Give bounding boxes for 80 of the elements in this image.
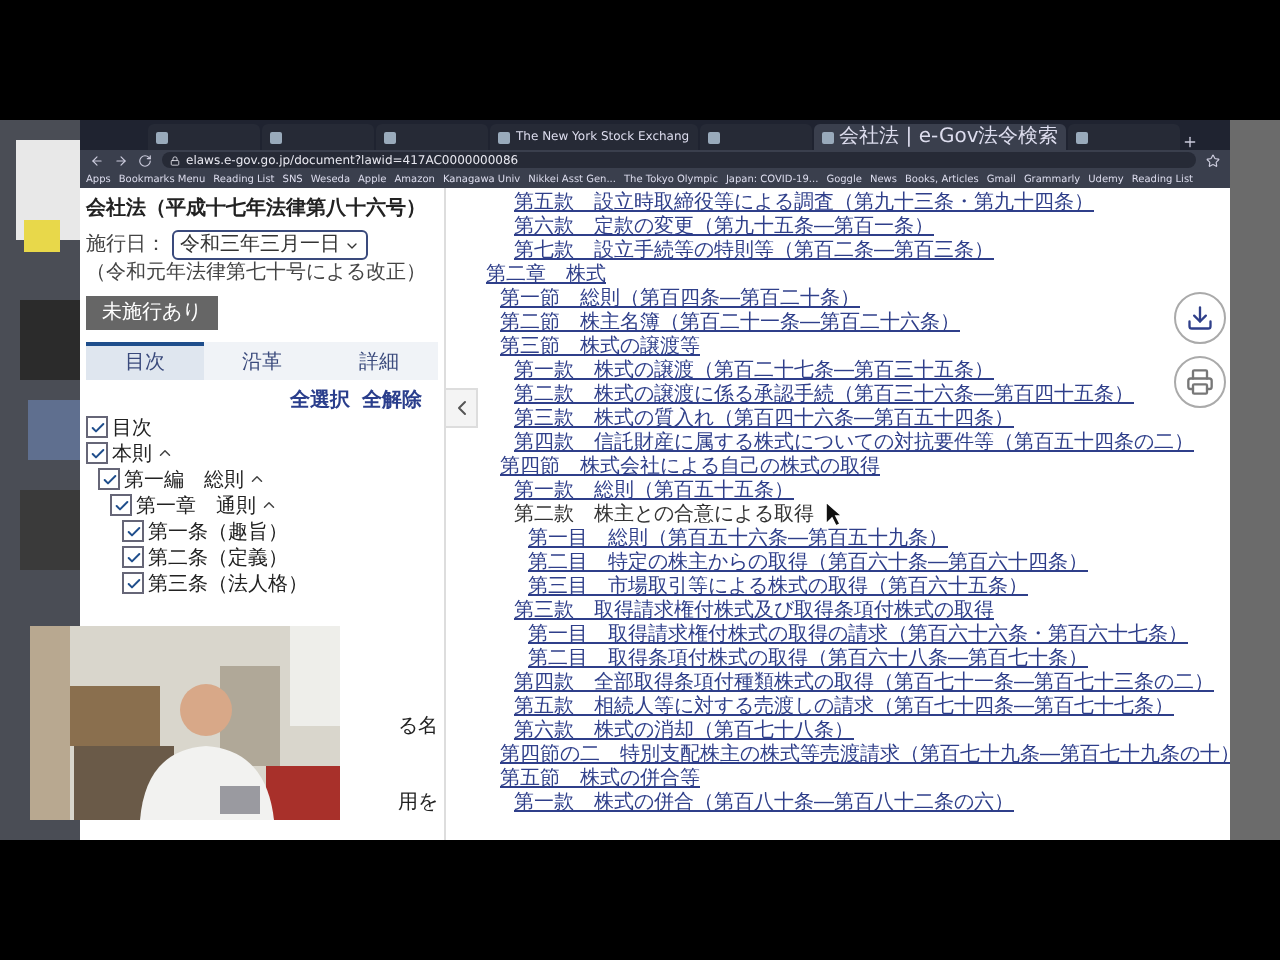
browser-tab[interactable] (376, 124, 488, 150)
toc-link[interactable]: 第六款 定款の変更（第九十五条―第百一条） (514, 216, 934, 240)
toc-link[interactable]: 第一目 取得請求権付株式の取得の請求（第百六十六条・第百六十七条） (528, 624, 1188, 648)
back-icon[interactable] (90, 153, 104, 167)
toc-link[interactable]: 第四節 株式会社による自己の株式の取得 (500, 456, 880, 480)
toc-link[interactable]: 第一款 株式の譲渡（第百二十七条―第百三十五条） (514, 360, 994, 384)
toc-link[interactable]: 第四款 信託財産に属する株式についての対抗要件等（第百五十四条の二） (514, 432, 1194, 456)
printer-icon (1186, 368, 1214, 396)
chevron-up-icon[interactable] (248, 470, 266, 488)
cursor-icon (824, 500, 844, 528)
checkbox[interactable] (110, 494, 132, 516)
chevron-up-icon[interactable] (156, 444, 174, 462)
toc-link[interactable]: 第一款 総則（第百五十五条） (514, 480, 794, 504)
toc-link[interactable]: 第四款 全部取得条項付種類株式の取得（第百七十一条―第百七十三条の二） (514, 672, 1214, 696)
toc-link[interactable]: 第二款 株式の譲渡に係る承認手続（第百三十六条―第百四十五条） (514, 384, 1134, 408)
toc-link[interactable]: 第二目 取得条項付株式の取得（第百六十八条―第百七十条） (528, 648, 1088, 672)
toc-link[interactable]: 第七款 設立手続等の特則等（第百二条―第百三条） (514, 240, 994, 264)
favicon-icon (156, 131, 168, 143)
download-icon (1186, 304, 1214, 332)
date-select[interactable]: 令和三年三月一日 (172, 230, 368, 260)
toc-link[interactable]: 第二章 株式 (486, 264, 606, 288)
sidebar-tab[interactable]: 目次 (86, 342, 204, 380)
chevron-up-icon[interactable] (260, 496, 278, 514)
tree-item[interactable]: 第一編 総則 (124, 465, 244, 493)
checkbox[interactable] (122, 572, 144, 594)
toc-link[interactable]: 第二目 特定の株主からの取得（第百六十条―第百六十四条） (528, 552, 1088, 576)
browser-tab[interactable] (699, 124, 812, 150)
toc-link[interactable]: 第三款 取得請求権付株式及び取得条項付株式の取得 (514, 600, 994, 624)
sidebar-tab[interactable]: 詳細 (320, 342, 439, 380)
download-button[interactable] (1174, 292, 1226, 344)
tree-item[interactable]: 目次 (112, 413, 152, 441)
toc-link[interactable]: 第三款 株式の質入れ（第百四十六条―第百五十四条） (514, 408, 1014, 432)
toc-heading: 第二款 株主との合意による取得 (514, 504, 814, 527)
favicon-icon (707, 131, 720, 143)
reload-icon[interactable] (138, 153, 152, 167)
tree-item[interactable]: 第二条（定義） (148, 543, 288, 571)
browser-tab[interactable] (148, 124, 260, 150)
lock-icon (170, 155, 180, 165)
law-title: 会社法（平成十七年法律第八十六号） (86, 196, 428, 224)
toc-link[interactable]: 第三目 市場取引等による株式の取得（第百六十五条） (528, 576, 1028, 600)
toc-link[interactable]: 第六款 株式の消却（第百七十八条） (514, 720, 854, 744)
bookmark-icon[interactable] (1206, 153, 1220, 167)
new-tab-icon[interactable] (1182, 134, 1199, 150)
select-all-link[interactable]: 全選択 (290, 388, 350, 414)
toc-link[interactable]: 第五款 設立時取締役等による調査（第九十三条・第九十四条） (514, 192, 1094, 216)
checkbox[interactable] (86, 442, 108, 464)
tree-item[interactable]: 第三条（法人格） (148, 569, 308, 597)
sidebar-tab[interactable]: 沿革 (203, 342, 321, 380)
favicon-icon (1076, 131, 1089, 143)
favicon-icon (384, 131, 396, 143)
browser-tab[interactable]: 会社法 | e-Gov法令検索 (813, 124, 1067, 150)
favicon-icon (821, 131, 834, 143)
amendment-note: （令和元年法律第七十号による改正） (86, 260, 428, 286)
toc-link[interactable]: 第四節の二 特別支配株主の株式等売渡請求（第百七十九条―第百七十九条の十） (500, 744, 1230, 768)
browser-tab[interactable] (262, 124, 374, 150)
favicon-icon (498, 131, 510, 143)
print-button[interactable] (1174, 356, 1226, 408)
tree-item[interactable]: 本則 (112, 439, 152, 467)
toc-link[interactable]: 第五節 株式の併合等 (500, 768, 700, 792)
toc-link[interactable]: 第二節 株主名簿（第百二十一条―第百二十六条） (500, 312, 960, 336)
date-label: 施行日： (86, 232, 166, 258)
toc-link[interactable]: 第五款 相続人等に対する売渡しの請求（第百七十四条―第百七十七条） (514, 696, 1174, 720)
collapse-button[interactable] (446, 388, 478, 428)
browser-tab[interactable] (1068, 124, 1181, 150)
tree-item[interactable]: 用を (398, 788, 438, 816)
clear-all-link[interactable]: 全解除 (362, 388, 422, 414)
tree-item[interactable]: 第一条（趣旨） (148, 517, 288, 545)
toc-link[interactable]: 第一款 株式の併合（第百八十条―第百八十二条の六） (514, 792, 1014, 816)
favicon-icon (270, 131, 282, 143)
tree-item[interactable]: 第一章 通則 (136, 491, 256, 519)
tree-item[interactable]: る名 (398, 712, 438, 740)
checkbox[interactable] (86, 416, 108, 438)
pending-button[interactable]: 未施行あり (86, 296, 218, 330)
toc-link[interactable]: 第三節 株式の譲渡等 (500, 336, 700, 360)
forward-icon[interactable] (114, 153, 128, 167)
toc-link[interactable]: 第一目 総則（第百五十六条―第百五十九条） (528, 528, 948, 552)
toc-link[interactable]: 第一節 総則（第百四条―第百二十条） (500, 288, 860, 312)
checkbox[interactable] (122, 546, 144, 568)
checkbox[interactable] (122, 520, 144, 542)
checkbox[interactable] (98, 468, 120, 490)
